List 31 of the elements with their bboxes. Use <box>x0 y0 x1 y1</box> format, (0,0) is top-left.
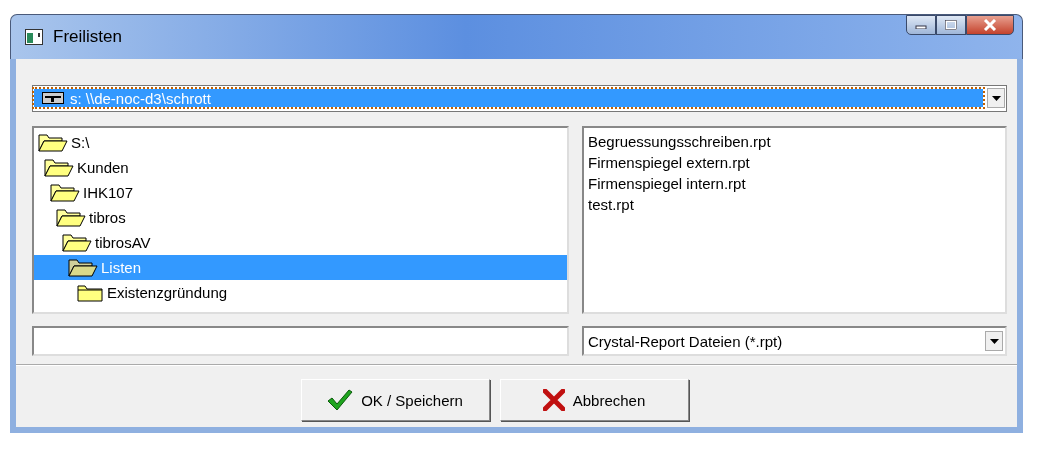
close-button[interactable] <box>966 15 1014 35</box>
maximize-icon <box>945 20 957 30</box>
ok-button[interactable]: OK / Speichern <box>300 379 490 421</box>
file-type-dropdown[interactable]: Crystal-Report Dateien (*.rpt) <box>582 326 1007 356</box>
open-folder-icon <box>68 257 98 278</box>
tree-item[interactable]: S:\ <box>34 129 567 155</box>
drive-icon <box>42 92 64 105</box>
tree-item[interactable]: Kunden <box>34 154 567 180</box>
file-item[interactable]: Begruessungsschreiben.rpt <box>588 130 1001 152</box>
filename-field[interactable] <box>32 326 569 356</box>
tree-item[interactable]: Existenzgründung <box>34 279 567 305</box>
open-folder-icon <box>62 232 92 253</box>
tree-item[interactable]: IHK107 <box>34 179 567 205</box>
open-folder-icon <box>38 132 68 153</box>
window-title: Freilisten <box>53 27 123 47</box>
tree-item[interactable]: tibros <box>34 204 567 230</box>
open-folder-icon <box>44 157 74 178</box>
open-folder-icon <box>56 207 86 228</box>
open-folder-icon <box>50 182 80 203</box>
close-icon <box>983 19 997 31</box>
maximize-button[interactable] <box>936 15 966 35</box>
cross-icon <box>542 389 565 411</box>
cancel-button[interactable]: Abbrechen <box>499 379 689 421</box>
file-item[interactable]: Firmenspiegel intern.rpt <box>588 172 1001 194</box>
file-item[interactable]: Firmenspiegel extern.rpt <box>588 151 1001 173</box>
folder-icon <box>74 282 104 303</box>
file-item[interactable]: test.rpt <box>588 193 1001 215</box>
tree-item[interactable]: tibrosAV <box>34 229 567 255</box>
checkmark-icon <box>327 389 354 411</box>
window-icon <box>25 29 43 45</box>
minimize-button[interactable] <box>906 15 936 35</box>
